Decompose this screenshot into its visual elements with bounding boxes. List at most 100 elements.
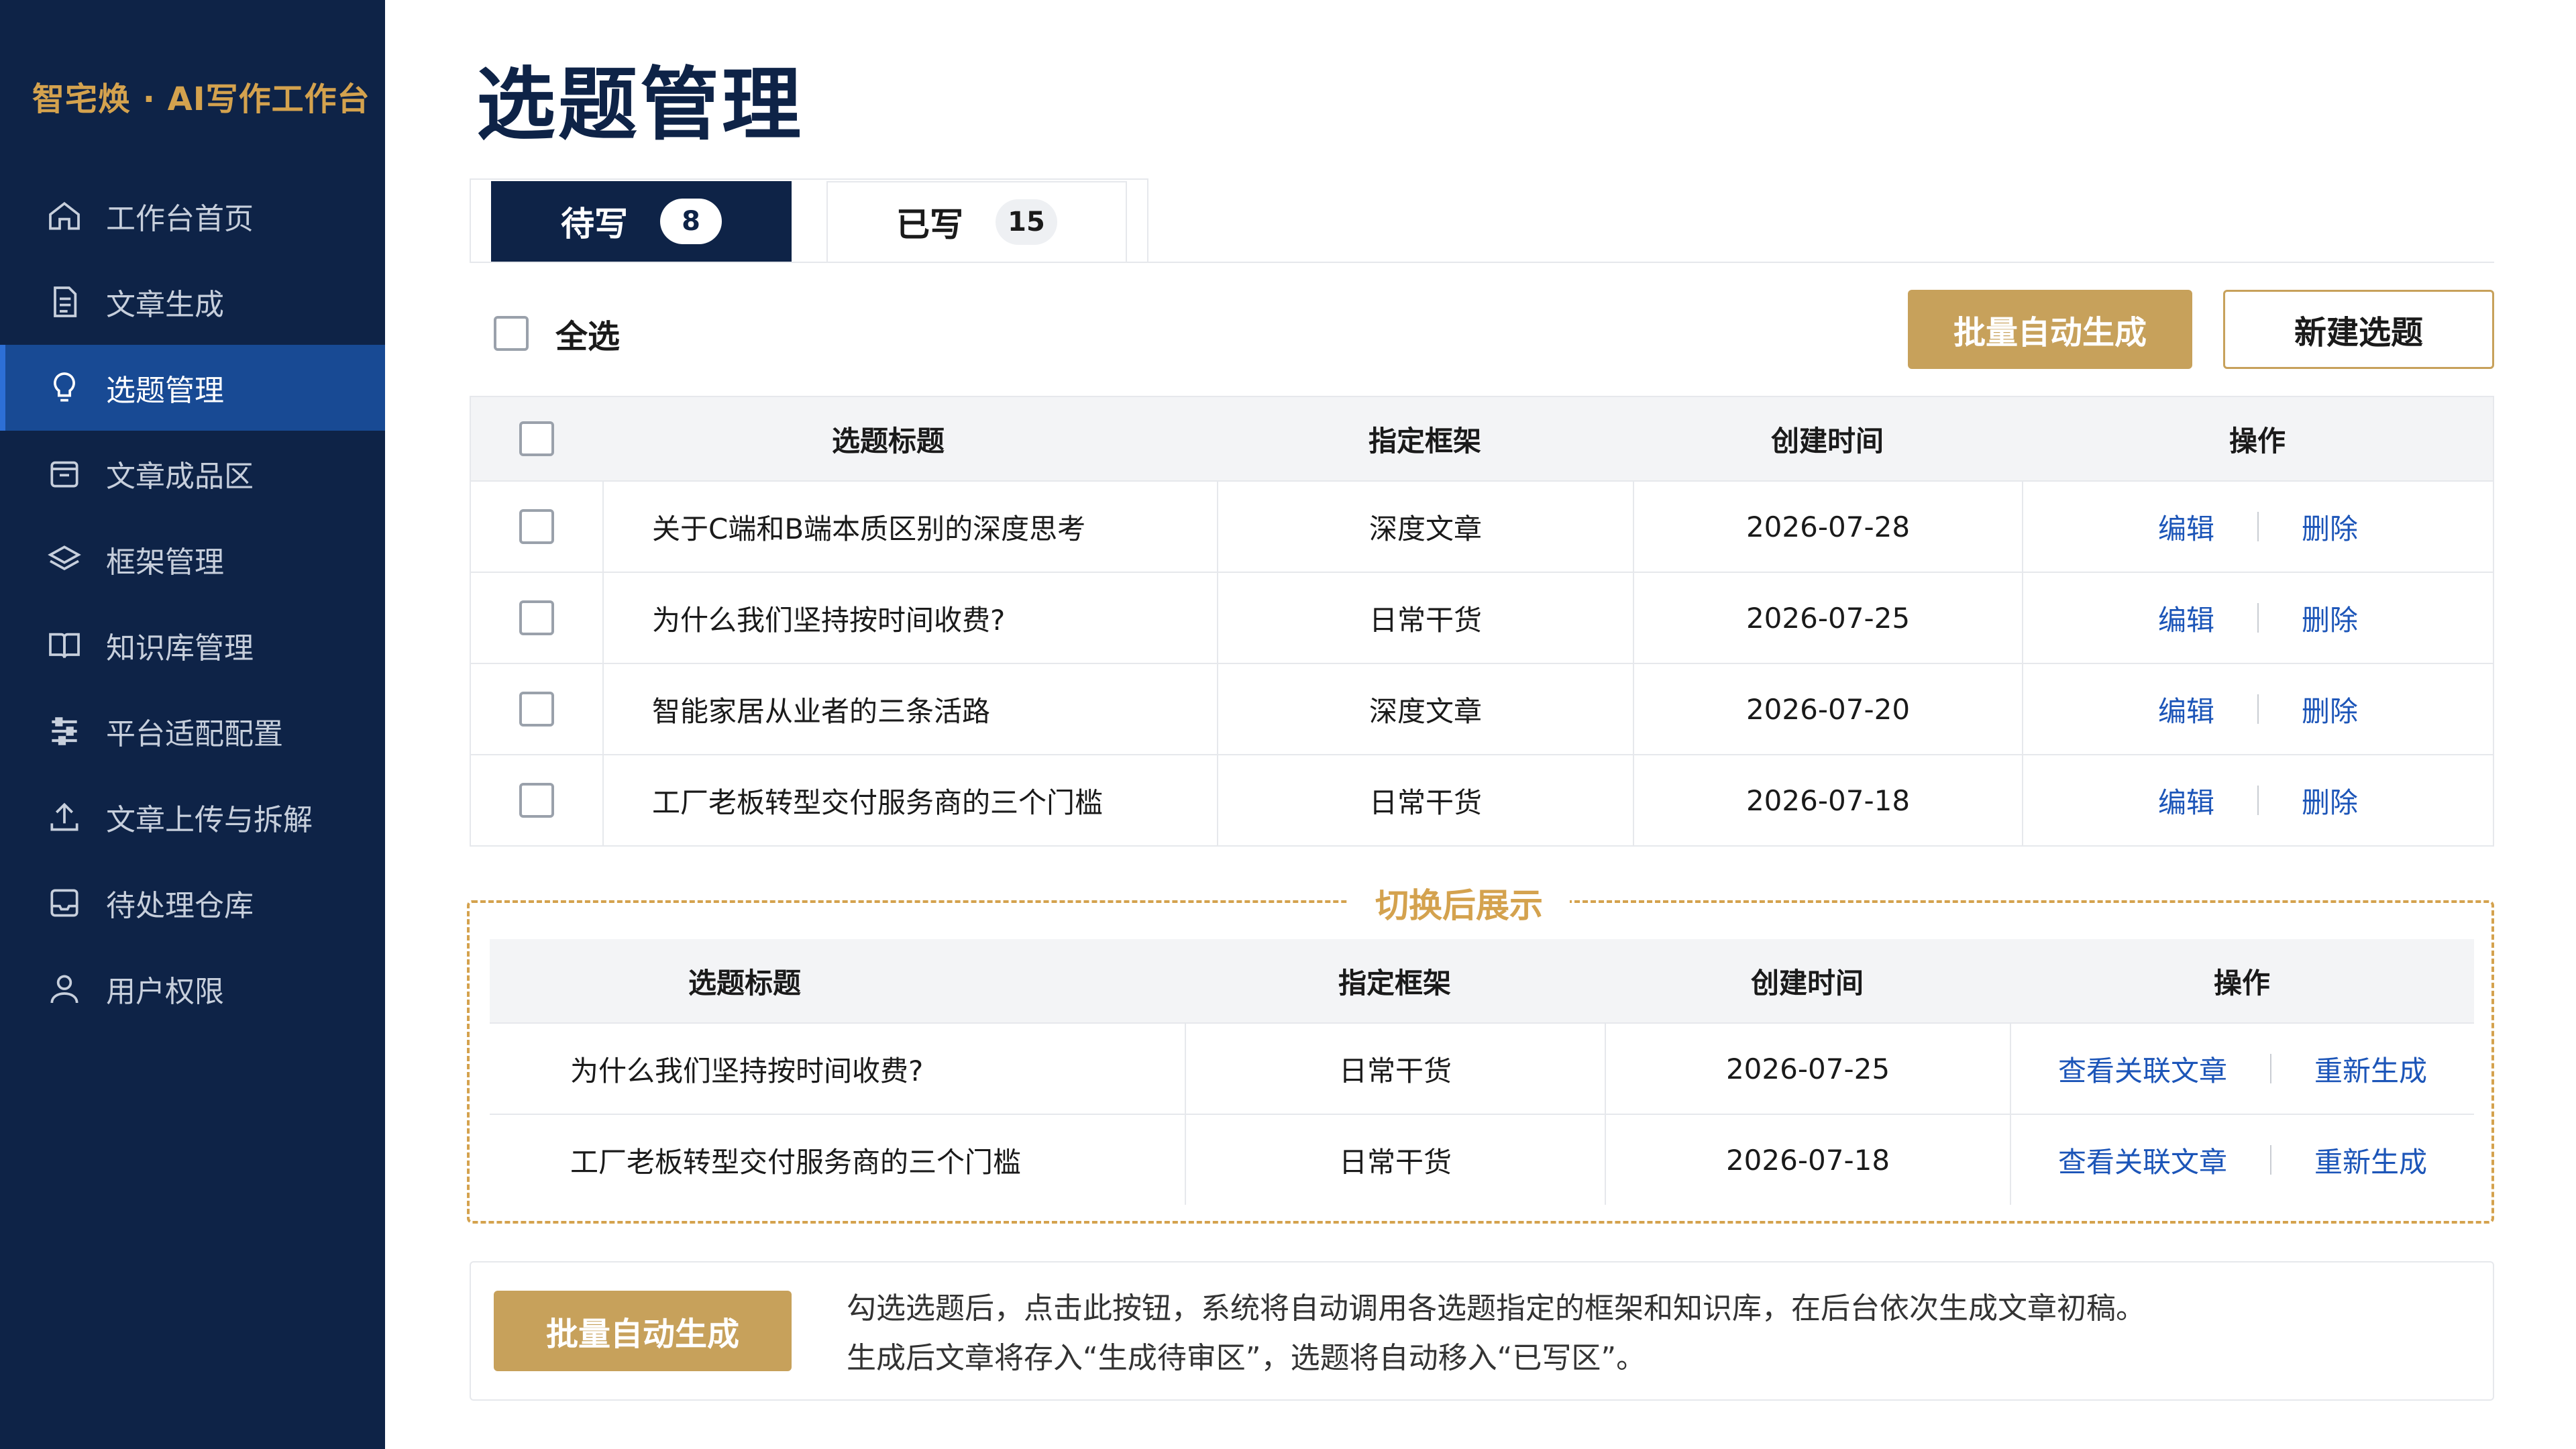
row-actions: 查看关联文章 重新生成 [2010, 1115, 2474, 1205]
row-date: 2026-07-18 [1605, 1115, 2010, 1205]
row-actions: 编辑 删除 [2022, 755, 2493, 845]
select-all-label: 全选 [555, 318, 621, 356]
row-actions: 编辑 删除 [2022, 482, 2493, 572]
batch-generate-button-bottom[interactable]: 批量自动生成 [494, 1291, 792, 1371]
topic-table: 选题标题 指定框架 创建时间 操作 关于C端和B端本质区别的深度思考 深度文章 … [470, 396, 2494, 847]
row-checkbox[interactable] [519, 692, 554, 727]
row-frame: 日常干货 [1217, 573, 1633, 663]
sidebar-item-platform-config[interactable]: 平台适配配置 [0, 688, 385, 774]
sidebar: 智宅焕 · AI写作工作台 工作台首页 文章生成 选题管理 文章成品区 框架管理… [0, 0, 385, 1449]
header-checkbox[interactable] [519, 421, 554, 456]
table-row: 工厂老板转型交付服务商的三个门槛 日常干货 2026-07-18 编辑 删除 [471, 754, 2493, 845]
tab-bar: 待写 8 已写 15 [470, 178, 2494, 263]
sidebar-item-article-upload[interactable]: 文章上传与拆解 [0, 774, 385, 860]
header-date: 创建时间 [1770, 424, 1884, 458]
table-row: 为什么我们坚持按时间收费? 日常干货 2026-07-25 查看关联文章 重新生… [490, 1022, 2474, 1114]
upload-icon [46, 798, 83, 836]
row-checkbox-cell [471, 755, 602, 845]
row-date: 2026-07-28 [1633, 482, 2022, 572]
delete-link[interactable]: 删除 [2302, 506, 2358, 547]
edit-link[interactable]: 编辑 [2158, 780, 2214, 821]
row-frame: 日常干货 [1217, 755, 1633, 845]
table-row: 为什么我们坚持按时间收费? 日常干货 2026-07-25 编辑 删除 [471, 572, 2493, 663]
row-checkbox[interactable] [519, 509, 554, 544]
batch-generate-button[interactable]: 批量自动生成 [1908, 290, 2192, 369]
tab-written[interactable]: 已写 15 [826, 181, 1127, 262]
row-date: 2026-07-18 [1633, 755, 2022, 845]
regenerate-link[interactable]: 重新生成 [2314, 1049, 2427, 1089]
sidebar-item-topic-management[interactable]: 选题管理 [0, 345, 385, 431]
row-date: 2026-07-25 [1605, 1024, 2010, 1114]
batch-info-box: 批量自动生成 勾选选题后，点击此按钮，系统将自动调用各选题指定的框架和知识库，在… [470, 1261, 2494, 1401]
header-title: 选题标题 [688, 966, 802, 1000]
sidebar-item-user-permissions[interactable]: 用户权限 [0, 946, 385, 1032]
sidebar-item-finished-articles[interactable]: 文章成品区 [0, 431, 385, 517]
info-line-2: 生成后文章将存入“生成待审区”，选题将自动移入“已写区”。 [847, 1341, 1646, 1375]
row-date: 2026-07-20 [1633, 664, 2022, 754]
divider [2257, 603, 2259, 633]
row-frame: 深度文章 [1217, 664, 1633, 754]
sidebar-item-label: 选题管理 [106, 374, 224, 408]
row-title: 关于C端和B端本质区别的深度思考 [602, 482, 1217, 572]
header-checkbox-cell [471, 397, 602, 480]
edit-link[interactable]: 编辑 [2158, 598, 2214, 639]
written-preview-panel: 切换后展示 选题标题 指定框架 创建时间 操作 为什么我们坚持按时间收费? 日常… [467, 879, 2494, 1224]
divider [2270, 1054, 2271, 1083]
row-actions: 编辑 删除 [2022, 573, 2493, 663]
sidebar-item-article-generate[interactable]: 文章生成 [0, 259, 385, 345]
sidebar-item-label: 文章成品区 [106, 460, 254, 494]
header-actions: 操作 [2229, 424, 2286, 458]
regenerate-link[interactable]: 重新生成 [2314, 1140, 2427, 1181]
tab-pending[interactable]: 待写 8 [491, 181, 792, 262]
table-header: 选题标题 指定框架 创建时间 操作 [471, 397, 2493, 480]
brand-title: 智宅焕 · AI写作工作台 [32, 80, 370, 118]
row-title: 智能家居从业者的三条活路 [602, 664, 1217, 754]
tab-label: 已写 [896, 205, 963, 244]
row-frame: 日常干货 [1185, 1115, 1605, 1205]
sidebar-item-pending-warehouse[interactable]: 待处理仓库 [0, 860, 385, 946]
sliders-icon [46, 712, 83, 750]
sidebar-nav: 工作台首页 文章生成 选题管理 文章成品区 框架管理 知识库管理 平台适配配置 … [0, 173, 385, 1032]
select-all-checkbox[interactable] [494, 316, 529, 351]
archive-box-icon [46, 455, 83, 492]
row-checkbox-cell [471, 664, 602, 754]
select-all[interactable]: 全选 [494, 310, 620, 357]
row-frame: 深度文章 [1217, 482, 1633, 572]
new-topic-button[interactable]: 新建选题 [2223, 290, 2494, 369]
edit-link[interactable]: 编辑 [2158, 506, 2214, 547]
delete-link[interactable]: 删除 [2302, 689, 2358, 730]
sidebar-item-label: 框架管理 [106, 545, 224, 580]
view-linked-article-link[interactable]: 查看关联文章 [2058, 1049, 2227, 1089]
table-header: 选题标题 指定框架 创建时间 操作 [490, 939, 2474, 1022]
sidebar-item-home[interactable]: 工作台首页 [0, 173, 385, 259]
sidebar-item-framework-management[interactable]: 框架管理 [0, 517, 385, 602]
table-row: 智能家居从业者的三条活路 深度文章 2026-07-20 编辑 删除 [471, 663, 2493, 754]
delete-link[interactable]: 删除 [2302, 598, 2358, 639]
user-icon [46, 970, 83, 1008]
row-title: 工厂老板转型交付服务商的三个门槛 [602, 755, 1217, 845]
row-checkbox[interactable] [519, 600, 554, 635]
row-checkbox-cell [471, 573, 602, 663]
row-title: 为什么我们坚持按时间收费? [570, 1054, 924, 1087]
page-title: 选题管理 [476, 58, 804, 151]
sidebar-item-label: 平台适配配置 [106, 717, 283, 751]
table-row: 工厂老板转型交付服务商的三个门槛 日常干货 2026-07-18 查看关联文章 … [490, 1114, 2474, 1205]
row-actions: 编辑 删除 [2022, 664, 2493, 754]
view-linked-article-link[interactable]: 查看关联文章 [2058, 1140, 2227, 1181]
delete-link[interactable]: 删除 [2302, 780, 2358, 821]
edit-link[interactable]: 编辑 [2158, 689, 2214, 730]
count-badge: 15 [996, 199, 1057, 245]
sidebar-item-label: 知识库管理 [106, 631, 254, 665]
batch-info-text: 勾选选题后，点击此按钮，系统将自动调用各选题指定的框架和知识库，在后台依次生成文… [847, 1284, 2145, 1383]
sidebar-item-knowledge-base[interactable]: 知识库管理 [0, 602, 385, 688]
divider [2257, 694, 2259, 724]
written-table: 选题标题 指定框架 创建时间 操作 为什么我们坚持按时间收费? 日常干货 202… [490, 939, 2474, 1205]
tab-label: 待写 [561, 205, 628, 244]
divider [2270, 1145, 2271, 1175]
info-line-1: 勾选选题后，点击此按钮，系统将自动调用各选题指定的框架和知识库，在后台依次生成文… [847, 1291, 2145, 1326]
header-date: 创建时间 [1750, 966, 1864, 1000]
divider [2257, 786, 2259, 815]
row-checkbox[interactable] [519, 783, 554, 818]
sidebar-item-label: 用户权限 [106, 975, 224, 1009]
header-title: 选题标题 [831, 424, 945, 458]
